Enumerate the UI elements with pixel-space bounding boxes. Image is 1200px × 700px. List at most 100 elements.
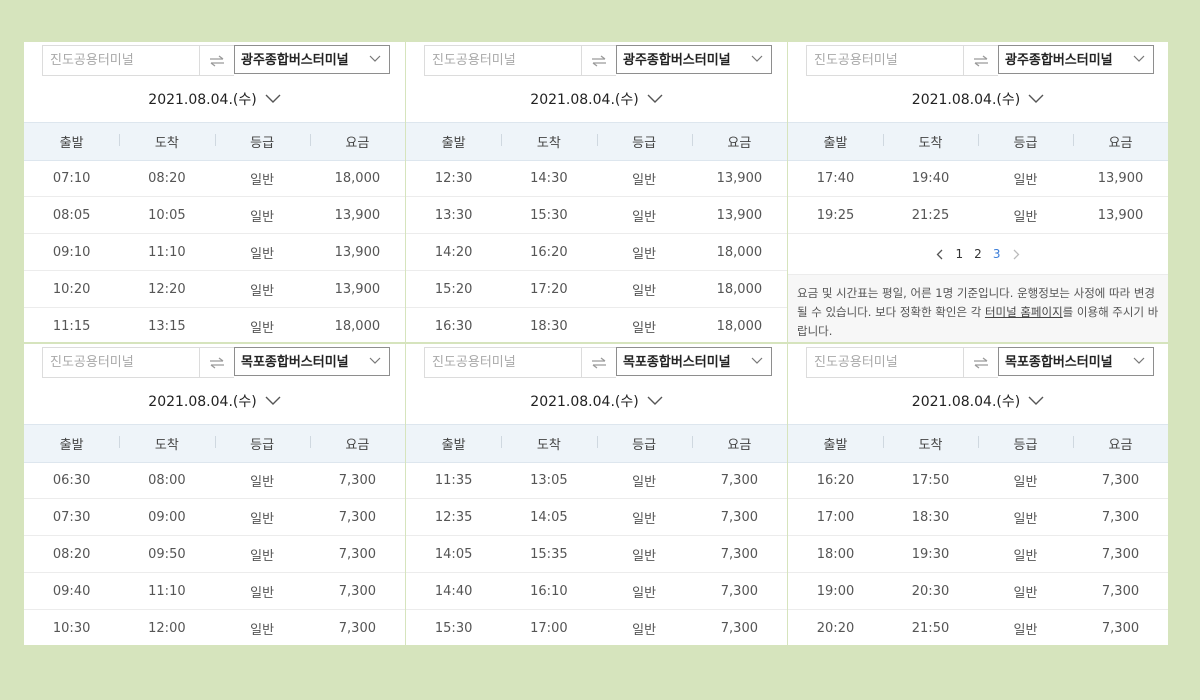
table-cell: 일반 (1013, 585, 1038, 601)
table-cell: 7,300 (338, 620, 376, 636)
table-cell: 일반 (632, 585, 657, 601)
table-cell: 18:30 (911, 509, 950, 525)
table-header: 출발 도착 등급 요금 (24, 122, 405, 161)
origin-input[interactable]: 진도공용터미널 (424, 347, 588, 378)
swap-arrows-icon (974, 54, 988, 67)
date-selector[interactable]: 2021.08.04.(수) (406, 391, 787, 413)
table-cell: 13,900 (716, 207, 763, 223)
table-row: 18:00 19:30 일반 7,300 (788, 536, 1168, 573)
table-row: 08:20 09:50 일반 7,300 (24, 536, 405, 573)
table-cell: 15:35 (530, 546, 568, 562)
swap-arrows-icon (210, 356, 224, 369)
column-header: 출발 (441, 438, 466, 453)
table-cell: 일반 (632, 548, 657, 564)
table-body: 16:20 17:50 일반 7,300 17:00 18:30 일반 7,300 18:00 1… (788, 462, 1168, 645)
table-header: 출발 도착 등급 요금 (406, 122, 787, 161)
prev-page-button[interactable] (935, 248, 945, 260)
origin-input[interactable]: 진도공용터미널 (806, 347, 970, 378)
page-number[interactable]: 3 (993, 247, 1001, 261)
origin-input[interactable]: 진도공용터미널 (424, 45, 588, 76)
table-cell: 17:00 (530, 620, 568, 636)
table-cell: 20:20 (816, 620, 855, 636)
table-cell: 일반 (1013, 511, 1038, 527)
date-selector[interactable]: 2021.08.04.(수) (24, 89, 405, 111)
chevron-down-icon (1028, 396, 1044, 405)
table-cell: 일반 (632, 622, 657, 638)
table-cell: 08:00 (148, 472, 186, 488)
table-cell: 14:05 (530, 509, 568, 525)
table-row: 14:40 16:10 일반 7,300 (406, 573, 787, 610)
table-cell: 10:05 (148, 207, 186, 223)
chevron-down-icon (265, 396, 281, 405)
swap-button[interactable] (963, 347, 998, 378)
table-cell: 09:40 (52, 583, 91, 599)
table-cell: 일반 (1013, 622, 1038, 638)
table-body: 07:10 08:20 일반 18,000 08:05 10:05 일반 13,900 09:1… (24, 160, 405, 342)
date-selector[interactable]: 2021.08.04.(수) (788, 89, 1168, 111)
table-row: 07:10 08:20 일반 18,000 (24, 160, 405, 197)
table-cell: 07:30 (52, 509, 91, 525)
date-label: 2021.08.04.(수) (911, 394, 1021, 410)
table-cell: 19:00 (816, 583, 855, 599)
date-selector[interactable]: 2021.08.04.(수) (406, 89, 787, 111)
page-number[interactable]: 2 (974, 247, 982, 261)
terminal-homepage-link[interactable]: 터미널 홈페이지 (985, 305, 1063, 319)
table-cell: 7,300 (720, 509, 758, 525)
destination-select[interactable]: 광주종합버스터미널 (998, 45, 1154, 74)
column-header: 요금 (691, 132, 787, 151)
table-cell: 일반 (632, 209, 657, 225)
destination-label: 광주종합버스터미널 (1005, 53, 1113, 68)
destination-select[interactable]: 목포종합버스터미널 (616, 347, 772, 376)
table-header: 출발 도착 등급 요금 (788, 122, 1168, 161)
table-row: 10:30 12:00 일반 7,300 (24, 610, 405, 645)
column-header: 등급 (978, 434, 1073, 453)
table-cell: 11:15 (52, 318, 91, 334)
destination-select[interactable]: 목포종합버스터미널 (234, 347, 390, 376)
pagination: 123 (788, 234, 1168, 275)
swap-button[interactable] (963, 45, 998, 76)
table-cell: 19:25 (816, 207, 855, 223)
page-number[interactable]: 1 (956, 247, 964, 261)
column-header: 등급 (214, 434, 310, 453)
table-cell: 08:05 (52, 207, 91, 223)
table-cell: 08:20 (52, 546, 91, 562)
swap-button[interactable] (199, 347, 234, 378)
next-page-button[interactable] (1011, 248, 1021, 260)
swap-button[interactable] (581, 347, 616, 378)
column-header: 등급 (596, 132, 692, 151)
date-selector[interactable]: 2021.08.04.(수) (788, 391, 1168, 413)
table-cell: 일반 (1013, 548, 1038, 564)
table-cell: 일반 (632, 283, 657, 299)
destination-select[interactable]: 광주종합버스터미널 (234, 45, 390, 74)
swap-button[interactable] (581, 45, 616, 76)
table-cell: 일반 (250, 320, 275, 336)
origin-input[interactable]: 진도공용터미널 (42, 45, 206, 76)
column-header: 출발 (823, 438, 848, 453)
destination-label: 목포종합버스터미널 (1005, 355, 1113, 370)
swap-button[interactable] (199, 45, 234, 76)
table-cell: 일반 (250, 246, 275, 262)
table-row: 16:20 17:50 일반 7,300 (788, 462, 1168, 499)
column-header: 출발 (441, 136, 466, 151)
table-cell: 17:50 (911, 472, 950, 488)
table-cell: 13,900 (334, 281, 381, 297)
table-body: 11:35 13:05 일반 7,300 12:35 14:05 일반 7,300 14:05 1… (406, 462, 787, 645)
chevron-down-icon (647, 396, 663, 405)
table-cell: 18,000 (334, 170, 381, 186)
table-cell: 16:20 (530, 244, 568, 260)
destination-select[interactable]: 목포종합버스터미널 (998, 347, 1154, 376)
table-cell: 11:10 (148, 583, 186, 599)
origin-input[interactable]: 진도공용터미널 (806, 45, 970, 76)
column-header: 출발 (59, 438, 84, 453)
table-cell: 7,300 (1101, 620, 1140, 636)
column-header: 요금 (1073, 434, 1168, 453)
date-selector[interactable]: 2021.08.04.(수) (24, 391, 405, 413)
table-cell: 일반 (250, 209, 275, 225)
destination-label: 광주종합버스터미널 (623, 53, 731, 68)
table-row: 08:05 10:05 일반 13,900 (24, 197, 405, 234)
destination-select[interactable]: 광주종합버스터미널 (616, 45, 772, 74)
origin-input[interactable]: 진도공용터미널 (42, 347, 206, 378)
swap-arrows-icon (592, 54, 606, 67)
chevron-down-icon (1133, 55, 1145, 62)
table-cell: 일반 (632, 320, 657, 336)
